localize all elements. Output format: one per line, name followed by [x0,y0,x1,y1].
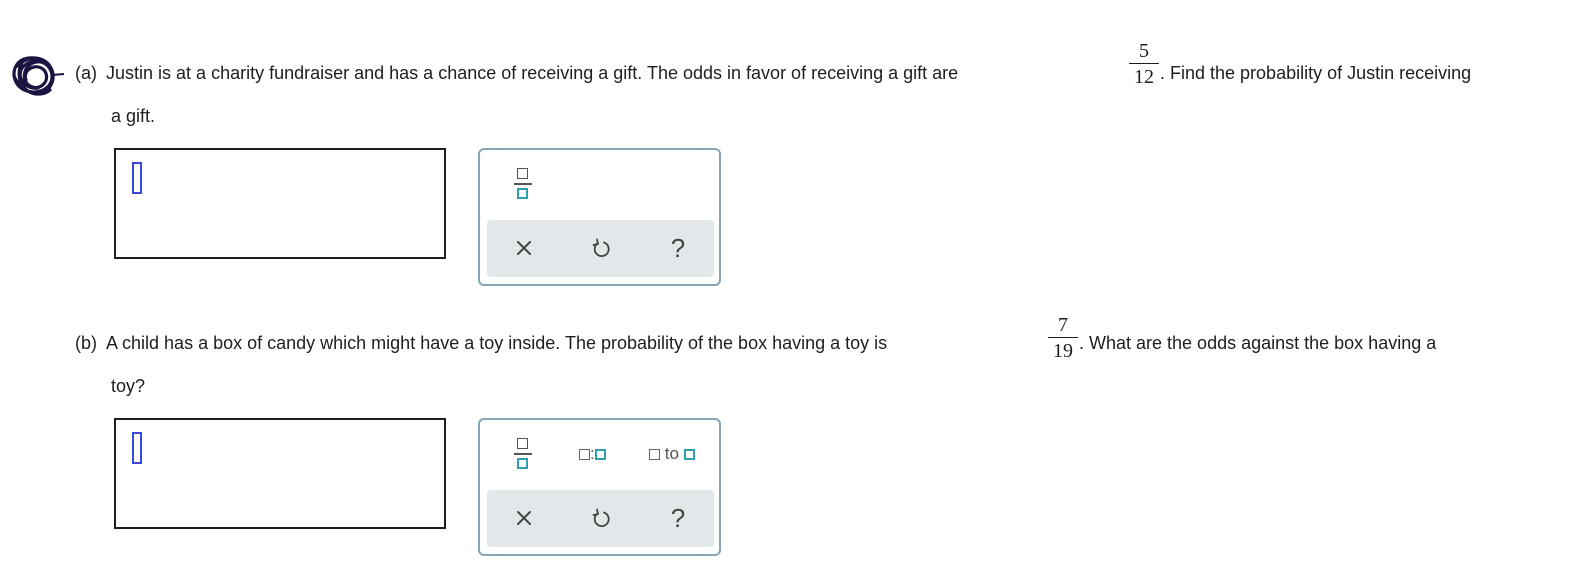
fraction-bar [1129,63,1159,64]
question-b-line2: toy? [111,376,146,396]
fraction-icon[interactable] [514,438,532,474]
math-palette-a: ? [478,148,721,286]
question-a-line1: (a) Justin is at a charity fundraiser an… [75,61,958,85]
question-b-text: A child has a box of candy which might h… [106,333,888,353]
question-a-odds-fraction: 5 12 [1129,40,1159,88]
scribble-mark-icon [12,56,64,96]
clear-icon[interactable] [510,504,538,532]
question-b-probability-fraction: 7 19 [1048,314,1078,362]
answer-input-a[interactable] [114,148,446,259]
fraction-bar [1048,337,1078,338]
text-cursor [132,162,142,194]
to-icon[interactable]: to [649,444,695,464]
question-a-line2: a gift. [111,106,156,126]
help-icon[interactable]: ? [664,504,692,532]
question-a-label: (a) [75,63,97,83]
odds-numerator: 5 [1139,40,1149,62]
text-cursor [132,432,142,464]
palette-tools-b: : to [480,420,719,490]
fraction-icon[interactable] [514,168,532,204]
math-palette-b: : to ? [478,418,721,556]
undo-icon[interactable] [587,504,615,532]
question-a-text-after: . Find the probability of Justin receivi… [1160,63,1472,83]
probability-numerator: 7 [1058,314,1068,336]
help-icon[interactable]: ? [664,234,692,262]
undo-icon[interactable] [587,234,615,262]
clear-icon[interactable] [510,234,538,262]
question-b-line1: (b) A child has a box of candy which mig… [75,331,887,355]
palette-actions-a: ? [487,220,714,277]
question-b-text-after: . What are the odds against the box havi… [1079,333,1437,353]
question-b-label: (b) [75,333,97,353]
probability-denominator: 19 [1053,340,1073,362]
to-label: to [664,444,679,463]
ratio-icon[interactable]: : [579,444,606,464]
palette-actions-b: ? [487,490,714,547]
question-a-text: Justin is at a charity fundraiser and ha… [106,63,959,83]
answer-input-b[interactable] [114,418,446,529]
odds-denominator: 12 [1134,66,1154,88]
palette-tools-a [480,150,719,220]
